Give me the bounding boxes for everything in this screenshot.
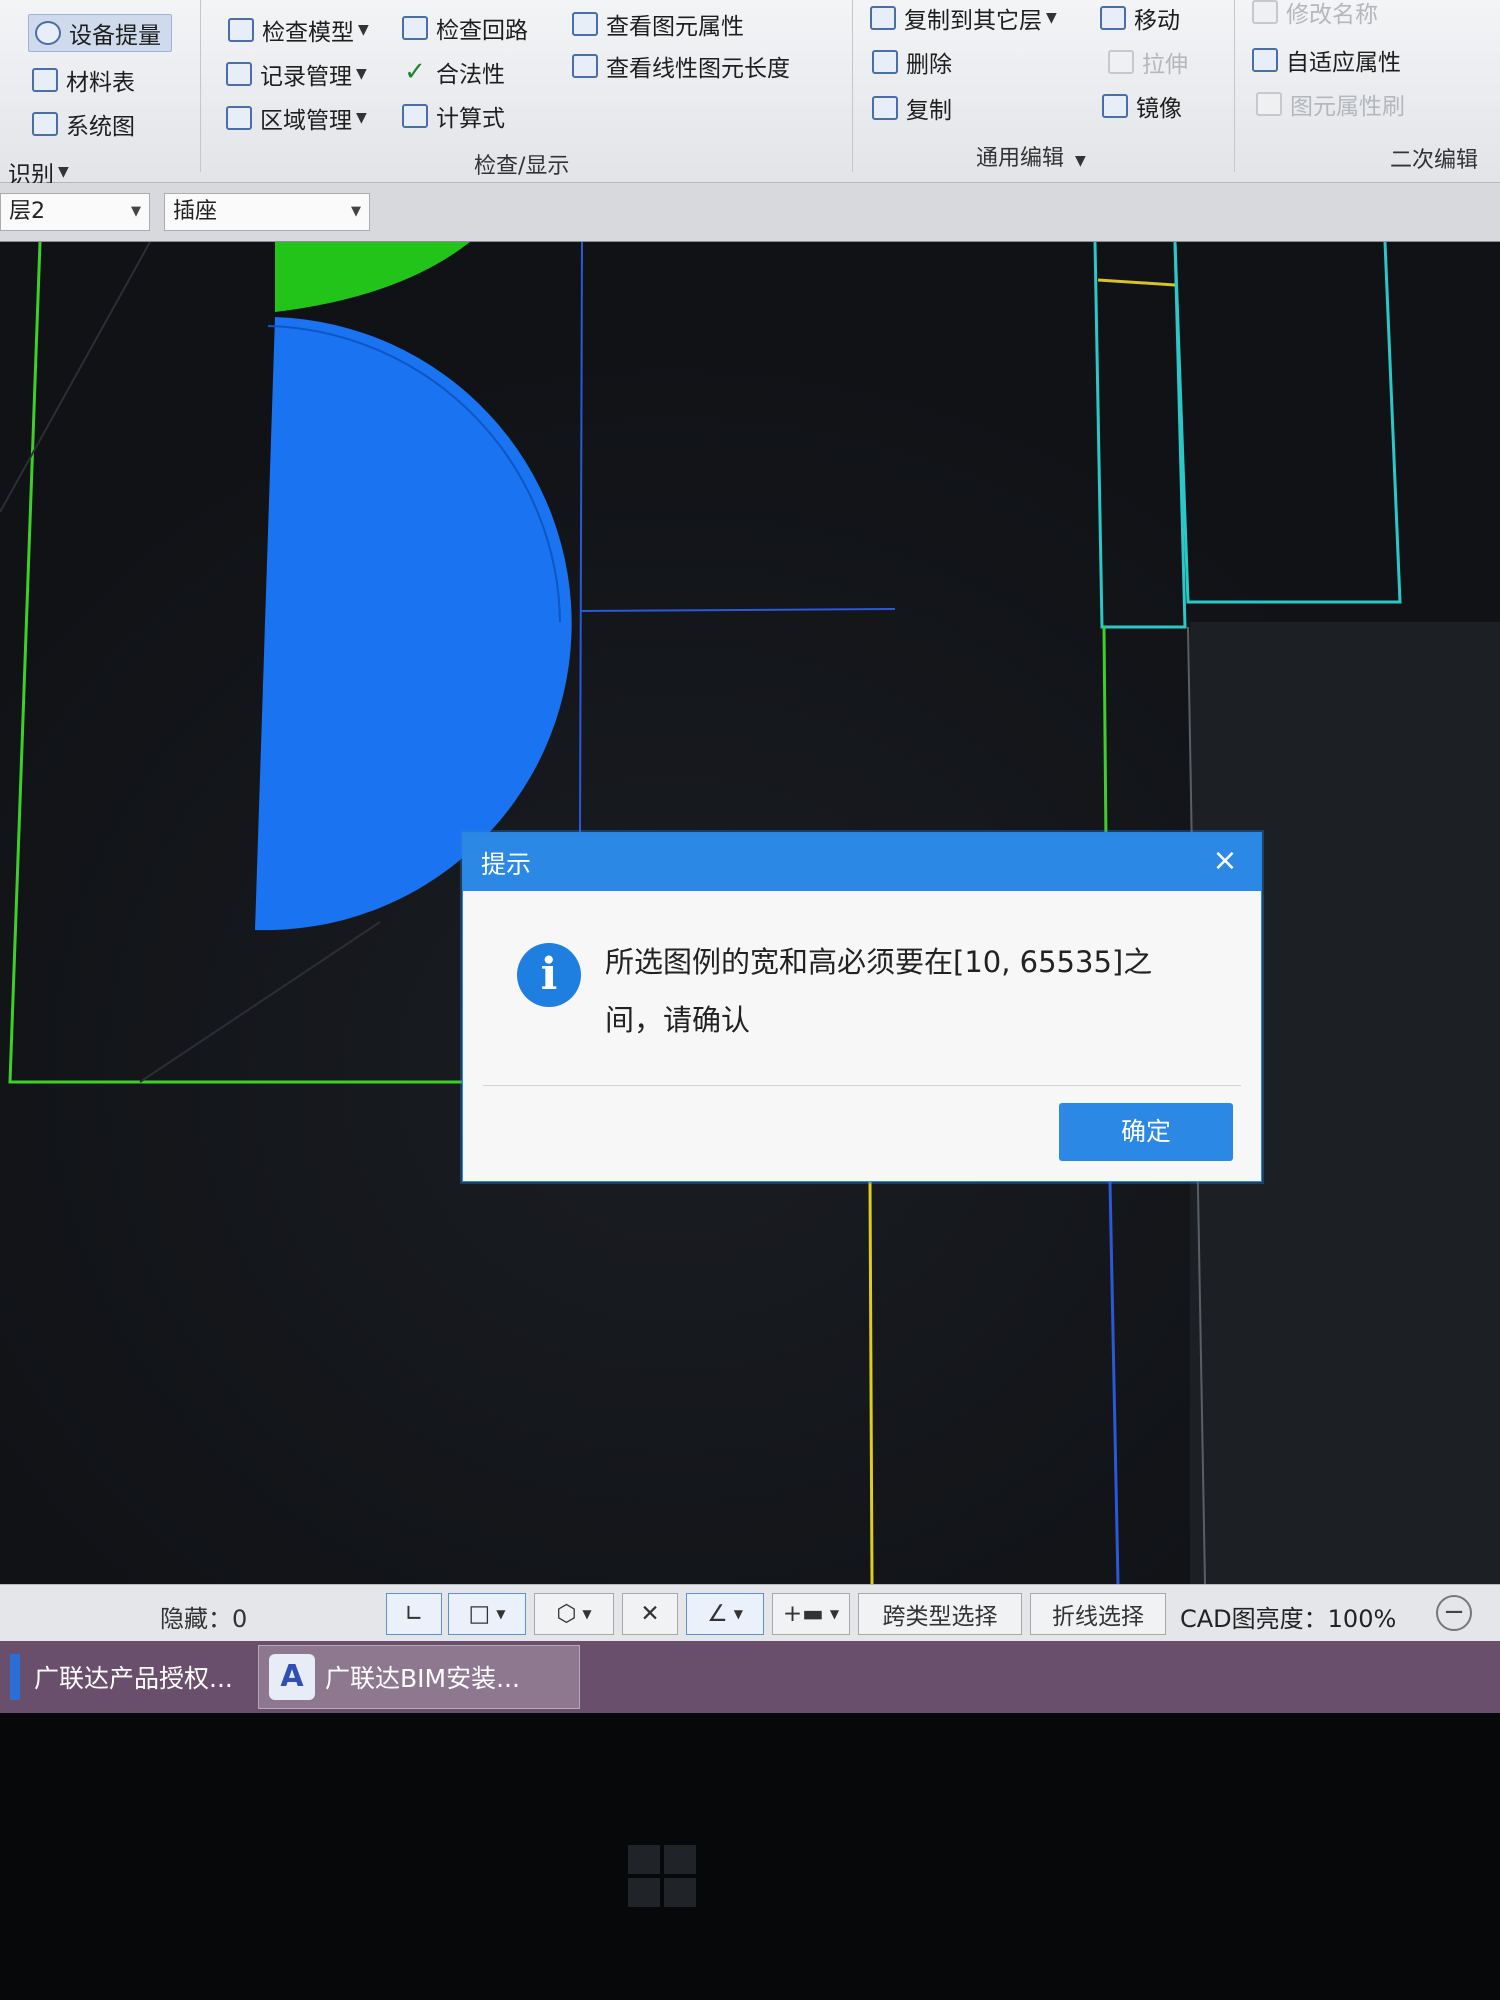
orthogonal-icon: ∟ [404,1601,424,1627]
copy-to-other-layer-button[interactable]: 复制到其它层 ▼ [870,0,1057,36]
status-bar: 隐藏：0 ∟ □ ▼ ⬡ ▼ ✕ ∠ ▼ +▬ ▼ 跨类型选择 折线选择 CAD图亮度：… [0,1584,1500,1641]
close-icon[interactable]: × [1203,839,1247,883]
adaptive-properties-button[interactable]: 自适应属性 [1252,42,1401,78]
polyline-select-button[interactable]: 折线选择 [1030,1593,1166,1635]
move-button[interactable]: 移动 [1100,0,1180,36]
chevron-down-icon: ▼ [496,1607,506,1621]
prompt-dialog: 提示 × i 所选图例的宽和高必须要在[10, 65535]之间，请确认 确定 [462,832,1262,1182]
hidden-count: 隐藏：0 [160,1605,248,1633]
copy-icon [872,96,898,120]
ok-button[interactable]: 确定 [1059,1103,1233,1161]
material-table-button[interactable]: 材料表 [32,62,135,98]
cross-snap-toggle[interactable]: ✕ [622,1593,678,1635]
cross-type-select-button[interactable]: 跨类型选择 [858,1593,1022,1635]
chevron-down-icon: ▼ [58,164,69,180]
chevron-down-icon: ▼ [356,110,367,126]
square-icon: □ [468,1601,491,1627]
taskbar-item-license[interactable]: 广联达产品授权... [0,1645,250,1709]
copy-button[interactable]: 复制 [872,90,952,126]
formula-button[interactable]: 计算式 [402,98,505,134]
windows-taskbar: 广联达产品授权... A 广联达BIM安装... [0,1641,1500,1713]
zoom-out-button[interactable]: − [1436,1595,1472,1631]
cube-icon: ⬡ [556,1601,577,1627]
orthogonal-toggle[interactable]: ∟ [386,1593,442,1635]
check-model-button[interactable]: 检查模型 ▼ [228,12,369,48]
stretch-button[interactable]: 拉伸 [1108,44,1188,80]
ribbon-toolbar: 设备提量 材料表 系统图 识别 ▼ 检查模型 ▼ 记录管理 ▼ 区域管理 ▼ 检… [0,0,1500,188]
glodon-logo-icon: A [269,1654,315,1700]
properties-icon [572,12,598,36]
chevron-down-icon: ▼ [351,204,361,219]
circuit-icon [402,16,428,40]
view-linear-length-button[interactable]: 查看线性图元长度 [572,48,790,84]
legality-button[interactable]: ✓ 合法性 [402,54,505,90]
selection-combobar: 层2 ▼ 插座 ▼ [0,183,1500,243]
select-box-toggle[interactable]: □ ▼ [448,1593,526,1635]
chevron-down-icon: ▼ [1075,153,1086,169]
chevron-down-icon: ▼ [829,1607,840,1621]
view-element-properties-button[interactable]: 查看图元属性 [572,6,744,42]
chevron-down-icon: ▼ [733,1607,743,1621]
cube-icon [228,18,254,42]
mirror-button[interactable]: 镜像 [1102,88,1182,124]
measure-icon [572,54,598,78]
calculator-icon [402,104,428,128]
ribbon-separator [1234,0,1235,172]
element-property-brush-button[interactable]: 图元属性刷 [1256,86,1405,122]
check-circuit-button[interactable]: 检查回路 [402,10,528,46]
monitor-bezel [0,1713,1500,2000]
info-icon: i [517,943,581,1007]
dialog-message: 所选图例的宽和高必须要在[10, 65535]之间，请确认 [605,945,1153,1037]
move-arrows-icon [1100,6,1126,30]
check-display-group-label: 检查/显示 [474,154,570,179]
angle-icon: ∠ [707,1601,728,1627]
offset-icon: +▬ [782,1601,824,1627]
windows-logo-icon [628,1845,698,1909]
rename-icon [1252,0,1278,24]
area-management-button[interactable]: 区域管理 ▼ [226,100,367,136]
record-management-button[interactable]: 记录管理 ▼ [226,56,367,92]
dialog-divider [483,1085,1241,1086]
area-icon [226,106,252,130]
yellow-vertical-line [868,1181,874,1584]
angle-snap-toggle[interactable]: ∠ ▼ [686,1593,764,1635]
rename-button[interactable]: 修改名称 [1252,0,1378,30]
copy-layer-icon [870,6,896,30]
secondary-edit-group-label: 二次编辑 [1390,148,1479,173]
chevron-down-icon: ▼ [131,204,141,219]
adaptive-icon [1252,48,1278,72]
cross-icon: ✕ [640,1601,660,1627]
table-icon [32,68,58,92]
chevron-down-icon: ▼ [356,66,367,82]
system-diagram-button[interactable]: 系统图 [32,106,135,142]
checkmark-icon: ✓ [404,57,426,87]
ribbon-separator [852,0,853,172]
general-edit-group-dropdown[interactable]: 通用编辑 ▼ [976,140,1086,172]
green-vertical-line [1102,626,1108,843]
equipment-takeoff-icon [35,21,61,45]
dialog-titlebar[interactable]: 提示 × [463,833,1261,891]
cad-brightness-readout: CAD图亮度：100% [1180,1605,1397,1633]
app-icon [10,1654,20,1700]
eraser-icon [872,50,898,74]
component-type-select[interactable]: 插座 ▼ [164,193,370,231]
delete-button[interactable]: 删除 [872,44,952,80]
chevron-down-icon: ▼ [1046,10,1057,26]
diagram-icon [32,112,58,136]
equipment-takeoff-button[interactable]: 设备提量 [28,14,172,52]
taskbar-item-bim[interactable]: A 广联达BIM安装... [258,1645,580,1709]
record-icon [226,62,252,86]
mirror-icon [1102,94,1128,118]
ribbon-separator [200,0,201,172]
layer-select[interactable]: 层2 ▼ [0,193,150,231]
3d-view-toggle[interactable]: ⬡ ▼ [534,1593,614,1635]
stretch-icon [1108,50,1134,74]
dialog-title: 提示 [481,850,532,879]
chevron-down-icon: ▼ [358,22,369,38]
offset-toggle[interactable]: +▬ ▼ [772,1593,850,1635]
brush-icon [1256,92,1282,116]
chevron-down-icon: ▼ [582,1607,592,1621]
